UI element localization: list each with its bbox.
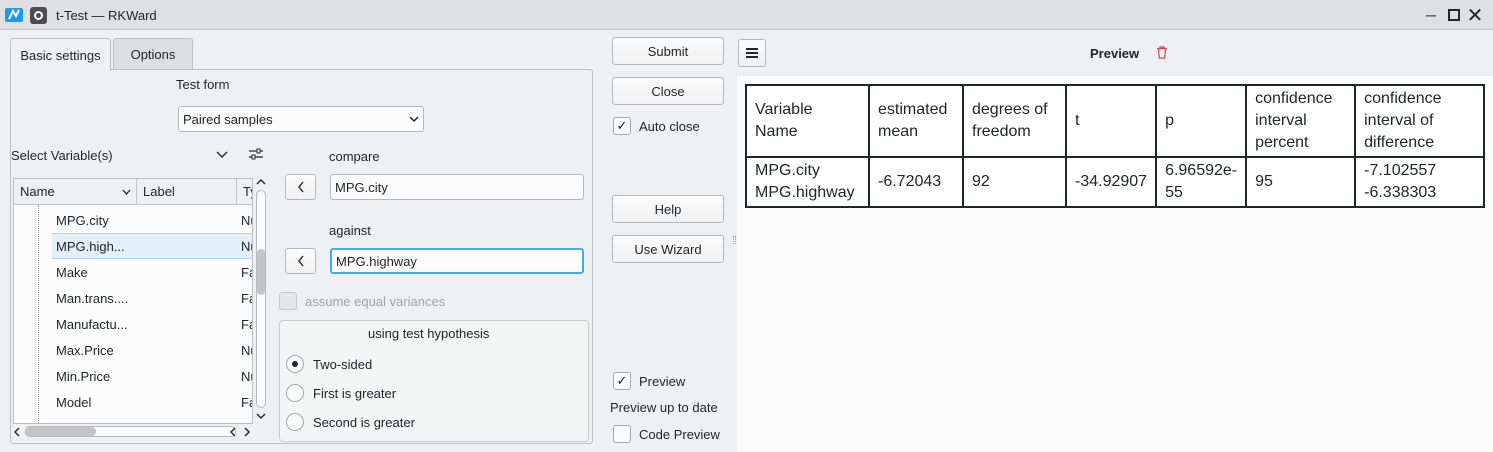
hypothesis-title: using test hypothesis (368, 326, 490, 341)
cell-estimated-mean: -6.72043 (868, 156, 964, 208)
maximize-icon[interactable] (1445, 6, 1463, 24)
list-item[interactable]: MPG.cityNu (14, 207, 252, 233)
chevron-down-icon[interactable] (216, 151, 228, 159)
results-table: Variable Name estimated mean degrees of fre… (745, 84, 1486, 208)
add-against-button[interactable] (285, 248, 316, 274)
header-variable-name: Variable Name (745, 84, 870, 158)
minimize-icon[interactable]: ─ (1422, 6, 1440, 24)
list-item-selected[interactable]: MPG.high...Nu (52, 233, 252, 259)
preview-menu-button[interactable] (738, 39, 766, 67)
list-item[interactable]: Manufactu...Fa (14, 311, 252, 337)
cell-ci-percent: 95 (1245, 156, 1357, 208)
title-bar: t-Test — RKWard ─ ✕ (0, 0, 1493, 30)
list-item[interactable]: ModelFa (14, 389, 252, 415)
test-form-select[interactable]: Paired samples (178, 106, 424, 132)
tab-options[interactable]: Options (113, 38, 193, 70)
two-sided-label: Two-sided (313, 357, 373, 372)
submit-button[interactable]: Submit (612, 37, 724, 65)
use-wizard-button[interactable]: Use Wizard (612, 235, 724, 263)
arrow-left-icon (297, 181, 304, 193)
first-greater-label: First is greater (313, 386, 397, 401)
cell-degrees-freedom: 92 (962, 156, 1067, 208)
test-form-value: Paired samples (183, 111, 273, 127)
equal-variances-checkbox[interactable] (279, 292, 297, 310)
against-field[interactable]: MPG.highway (330, 248, 584, 274)
preview-status: Preview up to date (610, 400, 718, 415)
select-variables-label: Select Variable(s) (11, 148, 113, 163)
scroll-track[interactable] (256, 190, 266, 408)
cell-ci-difference: -7.102557 -6.338303 (1354, 156, 1486, 208)
horizontal-scrollbar[interactable] (13, 425, 253, 439)
sort-chevron-icon (122, 189, 131, 195)
list-item[interactable]: Man.trans....Fa (14, 285, 252, 311)
close-button[interactable]: Close (612, 77, 724, 105)
scroll-left-icon[interactable] (13, 427, 21, 437)
rkward-logo-icon (5, 8, 23, 22)
scroll-up-icon[interactable] (256, 178, 266, 186)
cell-p: 6.96592e- 55 (1155, 156, 1248, 208)
window-title: t-Test — RKWard (56, 8, 157, 23)
list-item[interactable]: Min.PriceNu (14, 363, 252, 389)
cell-t: -34.92907 (1064, 156, 1158, 208)
auto-close-label: Auto close (639, 119, 700, 134)
close-window-icon[interactable]: ✕ (1466, 5, 1484, 27)
header-ci-percent: confidence interval percent (1245, 84, 1357, 158)
filter-settings-icon[interactable] (248, 147, 264, 161)
column-header-type[interactable]: Ty (236, 179, 252, 205)
vertical-scrollbar[interactable] (255, 176, 267, 424)
cell-variable-name: MPG.city MPG.highway (745, 156, 870, 208)
equal-variances-label: assume equal variances (305, 294, 446, 309)
table-row: MPG.city MPG.highway -6.72043 92 -34.9290… (745, 156, 1486, 208)
list-item[interactable]: Max.PriceNu (14, 337, 252, 363)
against-label: against (329, 223, 371, 238)
tab-basic-settings[interactable]: Basic settings (10, 38, 111, 71)
scroll-right-icon[interactable] (243, 427, 251, 437)
window-menu-icon[interactable] (30, 7, 47, 24)
scroll-down-icon[interactable] (256, 412, 266, 420)
header-ci-difference: confidence interval of difference (1354, 84, 1486, 158)
help-button[interactable]: Help (612, 195, 724, 223)
hamburger-menu-icon (746, 48, 758, 58)
column-header-name[interactable]: Name (14, 179, 136, 205)
preview-checkbox[interactable]: ✓ (613, 372, 631, 390)
scroll-thumb[interactable] (257, 249, 265, 295)
add-compare-button[interactable] (285, 174, 316, 200)
compare-label: compare (329, 149, 380, 164)
header-estimated-mean: estimated mean (868, 84, 964, 158)
auto-close-checkbox[interactable]: ✓ (613, 117, 631, 135)
preview-title: Preview (1090, 46, 1140, 61)
test-form-label: Test form (176, 77, 230, 92)
table-header-row: Variable Name estimated mean degrees of fre… (745, 84, 1486, 158)
splitter-handle[interactable] (733, 236, 736, 244)
compare-field[interactable]: MPG.city (330, 174, 584, 200)
arrow-left-icon (297, 255, 304, 267)
two-sided-radio[interactable] (286, 355, 304, 373)
first-greater-radio[interactable] (286, 384, 304, 402)
preview-label: Preview (639, 374, 686, 389)
list-item[interactable]: MakeFa (14, 259, 252, 285)
hscroll-track[interactable] (25, 426, 236, 437)
scroll-left-small-icon[interactable] (229, 427, 237, 437)
trash-icon[interactable] (1156, 46, 1168, 59)
second-greater-label: Second is greater (313, 415, 415, 430)
column-header-label[interactable]: Label (136, 179, 236, 205)
header-p: p (1155, 84, 1248, 158)
header-degrees-freedom: degrees of freedom (962, 84, 1067, 158)
variable-list[interactable]: Name Label Ty MPG.cityNu MPG.high...Nu M… (13, 178, 253, 424)
second-greater-radio[interactable] (286, 413, 304, 431)
chevron-down-icon (409, 116, 419, 123)
header-t: t (1064, 84, 1158, 158)
hscroll-thumb[interactable] (26, 427, 96, 436)
code-preview-checkbox[interactable] (613, 425, 631, 443)
code-preview-label: Code Preview (639, 427, 720, 442)
